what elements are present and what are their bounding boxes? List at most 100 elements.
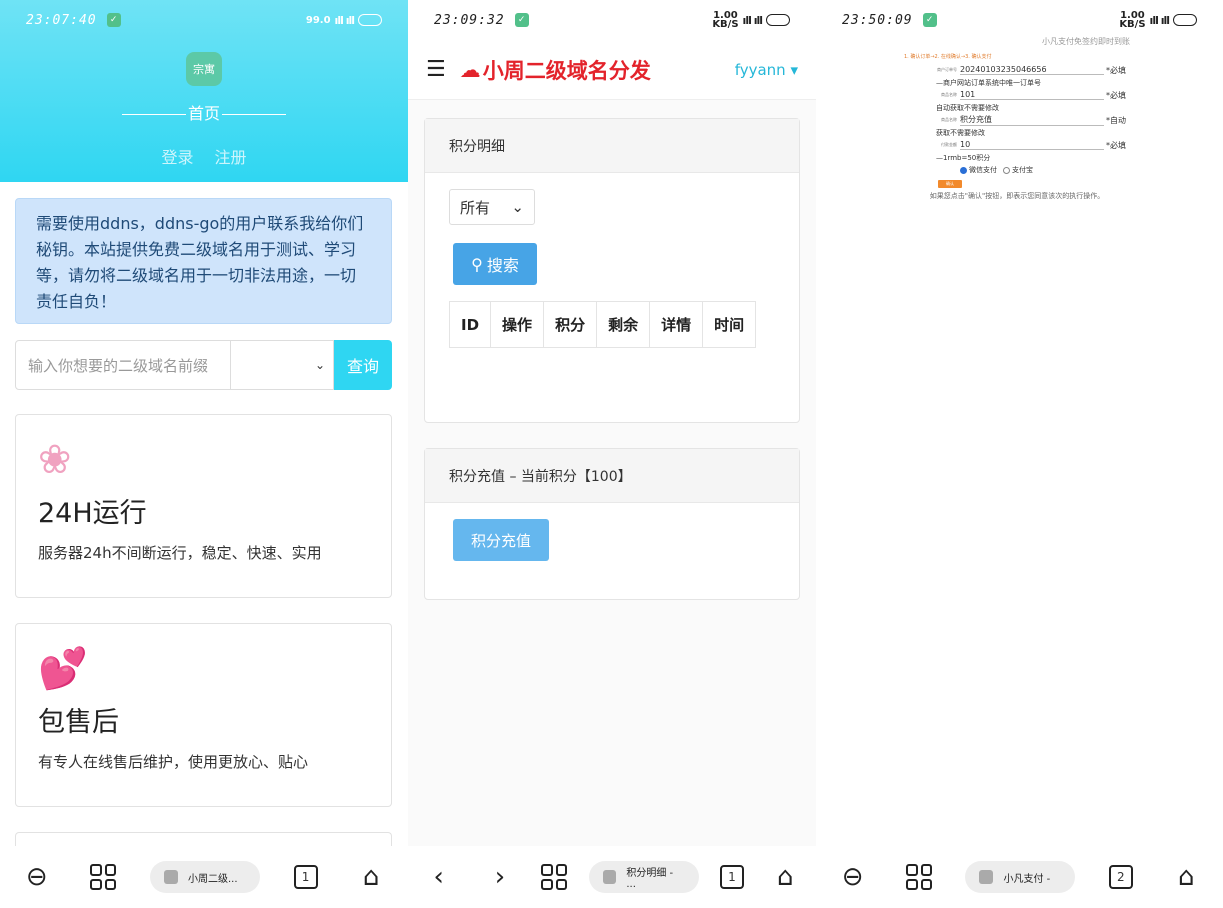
required-mark: *必填	[1106, 90, 1126, 100]
register-link[interactable]: 注册	[215, 148, 247, 167]
forward-icon[interactable]: ›	[480, 864, 520, 890]
search-icon: ⚲	[471, 254, 483, 274]
tab-title: 小周二级...	[187, 873, 238, 885]
caret-down-icon: ▾	[790, 60, 798, 79]
site-brand[interactable]: ☁ 小周二级域名分发	[460, 55, 651, 85]
main-content: 积分明细 所有 ⌄ ⚲ 搜索 ID 操作 积分 剩余 详情 时间 积分充值 – 当前…	[408, 100, 816, 846]
home-icon[interactable]: ⌂	[765, 864, 805, 890]
confirm-note: 如果您点击"确认"按钮，即表示您同意该次的执行操作。	[929, 192, 1105, 200]
search-button[interactable]: ⚲ 搜索	[453, 243, 537, 285]
status-indicators: 99.0 ıll ıll	[306, 14, 382, 27]
home-icon[interactable]: ⌂	[351, 864, 391, 890]
points-table: ID 操作 积分 剩余 详情 时间	[448, 301, 757, 348]
payment-screen: 23:50:09 ✓ 1.00 KB/S ıll ıll 小凡支付免签约即时到账…	[816, 0, 1223, 908]
product-name-field[interactable]: 积分充值	[960, 114, 1104, 126]
required-mark: *必填	[1106, 140, 1126, 150]
auth-links: 登录 注册	[0, 144, 408, 168]
cloud-icon: ☁	[459, 57, 481, 82]
field-tip: 自动获取不需要修改	[936, 104, 999, 112]
browser-bottom-bar: ⊖ 小周二级... 1 ⌂	[0, 846, 408, 908]
domain-query-form: 输入你想要的二级域名前缀 ⌄ 查询	[15, 340, 392, 390]
browser-bottom-bar: ⊖ 小凡支付 - 2 ⌂	[816, 846, 1223, 908]
table-header: 操作	[490, 301, 545, 348]
menu-icon[interactable]: ☰	[426, 57, 446, 82]
amount-field[interactable]: 10	[960, 140, 1104, 150]
radio-icon	[1003, 166, 1010, 174]
points-detail-panel: 积分明细 所有 ⌄ ⚲ 搜索 ID 操作 积分 剩余 详情 时间	[424, 118, 800, 423]
status-time: 23:07:40	[26, 12, 97, 28]
tabs-icon[interactable]: 2	[1108, 865, 1133, 889]
feature-card: 💕 包售后 有专人在线售后维护，使用更放心、贴心	[15, 623, 392, 807]
confirm-pay-button[interactable]: 确认	[938, 180, 962, 188]
feature-title: 24H运行	[38, 498, 147, 529]
form-row: 商品名称 101 *必填	[904, 89, 1130, 101]
status-time: 23:09:32	[434, 12, 505, 28]
points-screen: 23:09:32 ✓ 1.00 KB/S ıll ıll ☰ ☁ 小周二级域名分发…	[408, 0, 816, 908]
table-header: ID	[448, 301, 492, 348]
status-bar: 23:09:32 ✓ 1.00 KB/S ıll ıll	[408, 0, 816, 40]
home-icon[interactable]: ⌂	[1166, 864, 1206, 890]
back-icon[interactable]: ‹	[419, 864, 459, 890]
panel-heading: 积分充值 – 当前积分【100】	[425, 449, 799, 503]
field-tip: 获取不需要修改	[936, 129, 985, 137]
site-navbar: ☰ ☁ 小周二级域名分发 fyyann ▾	[408, 40, 816, 100]
field-label: 商品名称	[941, 92, 957, 97]
brand-text: 小周二级域名分发	[482, 58, 651, 83]
product-id-field[interactable]: 101	[960, 90, 1104, 100]
payment-header-note: 小凡支付免签约即时到账	[1042, 37, 1130, 46]
network-speed: 99.0	[305, 14, 331, 26]
domain-prefix-input[interactable]: 输入你想要的二级域名前缀	[15, 340, 231, 390]
apps-grid-icon[interactable]	[90, 864, 117, 890]
site-favicon-icon	[602, 870, 617, 884]
recharge-panel: 积分充值 – 当前积分【100】 积分充值	[424, 448, 800, 600]
table-header: 详情	[649, 301, 704, 348]
login-link[interactable]: 登录	[161, 148, 193, 167]
feature-card: ❀ 24H运行 服务器24h不间断运行，稳定、快速、实用	[15, 414, 392, 598]
domain-suffix-select[interactable]: ⌄	[231, 340, 334, 390]
status-indicators: 1.00 KB/S ıll ıll	[1119, 11, 1197, 30]
site-logo: 宗寓	[186, 52, 222, 86]
type-filter-select[interactable]: 所有 ⌄	[449, 189, 535, 225]
order-number-field[interactable]: 20240103235046656	[960, 65, 1104, 75]
tabs-icon[interactable]: 1	[293, 865, 318, 889]
wechat-pay-radio[interactable]: 微信支付	[960, 165, 997, 175]
field-tip: —商户网站订单系统中唯一订单号	[936, 79, 1041, 87]
query-button[interactable]: 查询	[334, 340, 392, 390]
field-label: 商户订单号	[937, 67, 957, 72]
status-bar: 23:50:09 ✓ 1.00 KB/S ıll ıll	[816, 0, 1223, 40]
payment-steps: 1. 确认订单→2. 在线确认→3. 确认支付	[904, 54, 992, 60]
panel-heading: 积分明细	[425, 119, 799, 173]
alipay-radio[interactable]: 支付宝	[1003, 165, 1033, 175]
form-row: 付款金额 10 *必填	[904, 139, 1130, 151]
required-mark: *自动	[1106, 115, 1126, 125]
back-icon[interactable]: ⊖	[17, 864, 57, 890]
search-label: 搜索	[486, 256, 519, 275]
payment-form: 小凡支付免签约即时到账 1. 确认订单→2. 在线确认→3. 确认支付 商户订单…	[904, 36, 1130, 201]
apps-grid-icon[interactable]	[541, 864, 568, 890]
status-time: 23:50:09	[842, 12, 913, 28]
table-header: 时间	[702, 301, 757, 348]
shield-icon	[979, 870, 994, 884]
signal-icon: ıll ıll	[742, 13, 763, 27]
table-header-row: ID 操作 积分 剩余 详情 时间	[448, 301, 757, 348]
battery-icon	[766, 14, 790, 26]
field-label: 商品名称	[941, 117, 957, 122]
current-tab[interactable]: 小凡支付 -	[965, 861, 1076, 893]
recharge-button[interactable]: 积分充值	[453, 519, 549, 561]
current-tab[interactable]: 积分明细 - ...	[588, 861, 699, 893]
table-header: 积分	[543, 301, 598, 348]
network-speed: 1.00 KB/S	[712, 10, 739, 30]
apps-grid-icon[interactable]	[906, 864, 933, 890]
back-icon[interactable]: ⊖	[833, 864, 873, 890]
user-menu[interactable]: fyyann ▾	[735, 61, 798, 79]
radio-label: 支付宝	[1012, 166, 1033, 174]
app-notification-icon: ✓	[922, 13, 937, 27]
current-tab[interactable]: 小周二级...	[149, 861, 260, 893]
required-mark: *必填	[1106, 65, 1126, 75]
form-row: 微信支付 支付宝	[904, 164, 1130, 176]
tabs-icon[interactable]: 1	[719, 865, 744, 889]
filter-value: 所有	[460, 198, 491, 217]
signal-icon: ıll ıll	[1149, 13, 1170, 27]
username: fyyann	[734, 60, 786, 79]
cherry-blossom-icon: ❀	[38, 437, 72, 483]
